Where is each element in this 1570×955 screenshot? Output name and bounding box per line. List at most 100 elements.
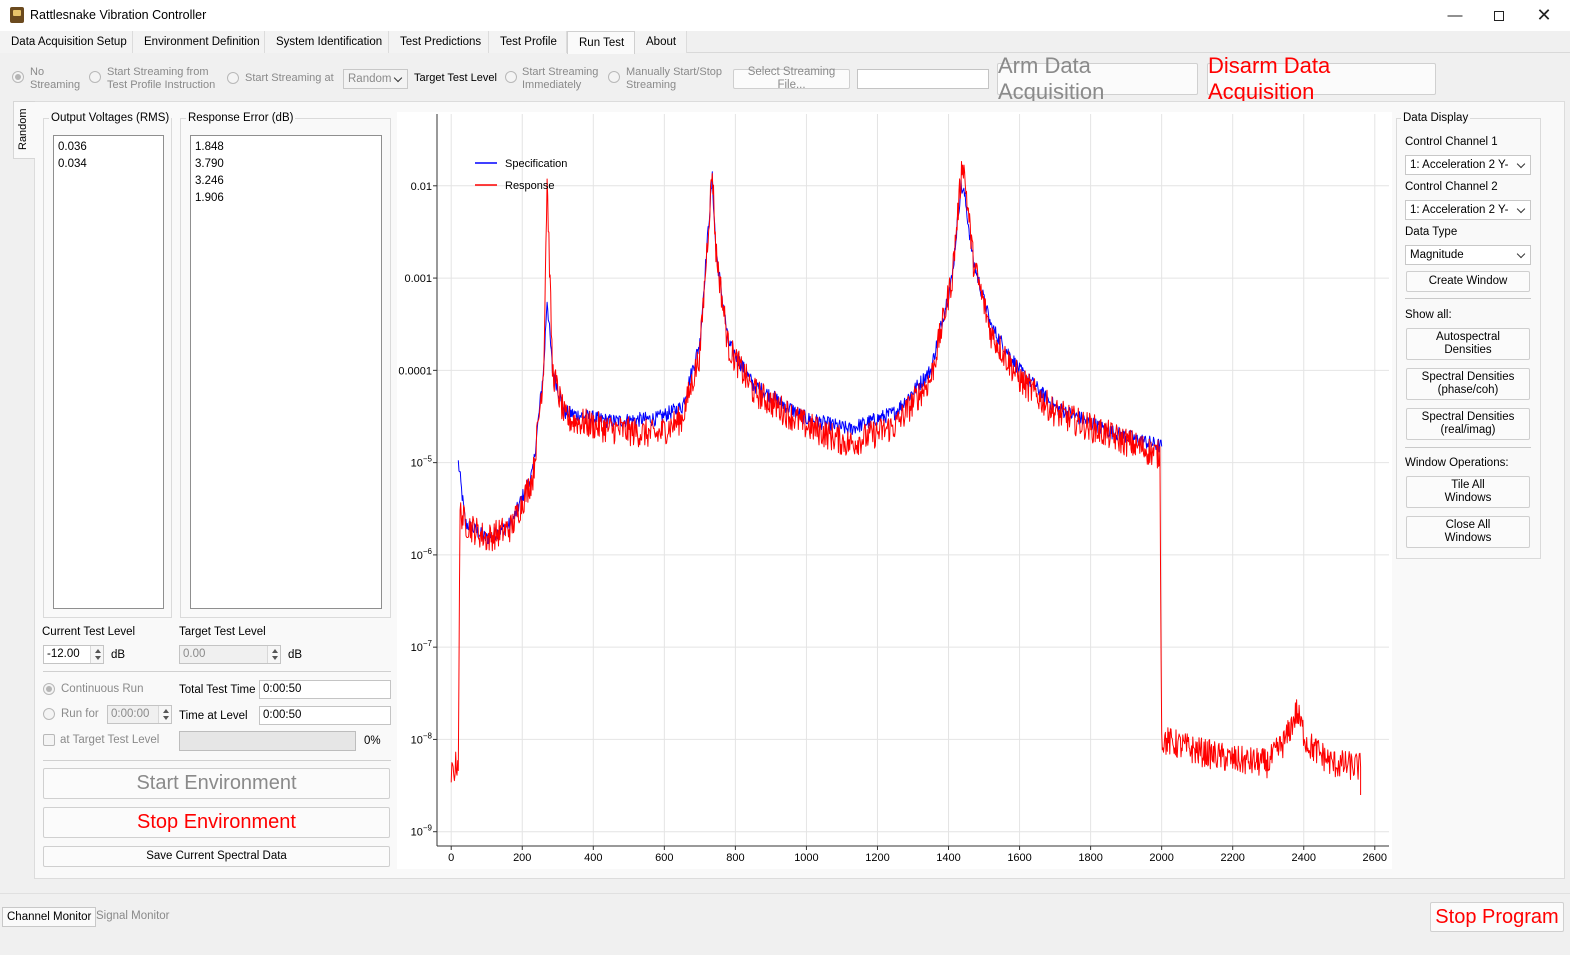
total-test-time-label: Total Test Time — [179, 684, 256, 696]
data-type-select[interactable]: Magnitude — [1405, 245, 1531, 265]
y-tick-base: 10 — [411, 550, 423, 562]
control-channel-1-select[interactable]: 1: Acceleration 2 Y- — [1405, 155, 1531, 175]
output-voltages-list[interactable]: 0.036 0.034 — [53, 135, 164, 609]
tab-about[interactable]: About — [635, 31, 687, 53]
title-bar — [0, 0, 1570, 31]
show-spectral-phase-coh-button[interactable]: Spectral Densities (phase/coh) — [1406, 368, 1530, 400]
tab-signal-monitor[interactable]: Signal Monitor — [92, 907, 174, 927]
tab-test-predictions[interactable]: Test Predictions — [389, 31, 489, 53]
start-environment-button[interactable]: Start Environment — [43, 768, 390, 799]
run-for-label: Run for — [61, 708, 99, 720]
x-tick-label: 2200 — [1220, 852, 1244, 864]
tile-all-windows-button[interactable]: Tile All Windows — [1406, 476, 1530, 508]
minimize-button[interactable]: — — [1432, 0, 1478, 31]
divider — [0, 893, 1570, 894]
spectral-density-plot[interactable]: 0 200 400 600 800 1000 1200 1400 1600 1800 2000 220… — [397, 112, 1392, 869]
create-window-button[interactable]: Create Window — [1406, 271, 1530, 292]
list-item: 0.034 — [58, 158, 87, 170]
spin-arrows-icon[interactable] — [90, 646, 103, 663]
x-tick-label: 800 — [726, 852, 744, 864]
streaming-file-field[interactable] — [857, 69, 989, 89]
y-tick-base: 10 — [411, 734, 423, 746]
response-error-list[interactable]: 1.848 3.790 3.246 1.906 — [190, 135, 382, 609]
x-tick-label: 1200 — [865, 852, 889, 864]
x-tick-label: 200 — [513, 852, 531, 864]
control-channel-2-label: Control Channel 2 — [1405, 181, 1498, 193]
x-tick-label: 0 — [448, 852, 454, 864]
run-for-time-field[interactable]: 0:00:00 — [107, 705, 172, 724]
output-voltages-title: Output Voltages (RMS) — [49, 112, 172, 124]
at-target-level-checkbox[interactable] — [43, 734, 55, 746]
total-test-time-field[interactable]: 0:00:50 — [259, 680, 391, 699]
tab-data-acquisition-setup[interactable]: Data Acquisition Setup — [0, 31, 133, 53]
no-streaming-label: No Streaming — [30, 66, 81, 91]
maximize-button[interactable] — [1476, 0, 1522, 31]
save-spectral-data-button[interactable]: Save Current Spectral Data — [43, 846, 390, 867]
list-item: 1.848 — [195, 141, 224, 153]
start-at-label: Start Streaming at — [245, 72, 334, 84]
divider — [43, 671, 391, 672]
start-immediately-radio[interactable] — [505, 71, 517, 83]
start-immediately-label: Start Streaming Immediately — [522, 66, 599, 91]
data-display-title: Data Display — [1401, 112, 1471, 124]
target-test-level-spinbox[interactable]: 0.00 — [179, 645, 281, 664]
y-tick-label: 0.0001 — [398, 365, 432, 377]
control-channel-2-select[interactable]: 1: Acceleration 2 Y- — [1405, 200, 1531, 220]
window-title: Rattlesnake Vibration Controller — [30, 8, 207, 22]
tab-run-test[interactable]: Run Test — [567, 31, 635, 54]
divider — [1405, 447, 1531, 448]
legend-label: Response — [505, 180, 555, 192]
maximize-icon — [1494, 10, 1504, 21]
time-at-level-field[interactable]: 0:00:50 — [259, 706, 391, 725]
close-button[interactable]: ✕ — [1521, 0, 1567, 31]
stop-environment-button[interactable]: Stop Environment — [43, 807, 390, 838]
control-channel-1-label: Control Channel 1 — [1405, 136, 1498, 148]
current-test-level-spinbox[interactable]: -12.00 — [43, 645, 104, 664]
disarm-data-acquisition-button[interactable]: Disarm Data Acquisition — [1207, 53, 1436, 104]
y-tick-label: 0.001 — [404, 273, 432, 285]
chevron-down-icon — [1516, 204, 1526, 214]
start-from-profile-radio[interactable] — [89, 71, 101, 83]
tab-environment-definition[interactable]: Environment Definition — [133, 31, 265, 53]
show-all-label: Show all: — [1405, 309, 1452, 321]
tab-random-label: Random — [17, 108, 29, 150]
start-at-environment-select[interactable]: Random — [343, 69, 408, 89]
y-tick-exponent: −6 — [423, 547, 433, 556]
select-streaming-file-button[interactable]: Select Streaming File... — [733, 66, 850, 91]
spin-arrows-icon[interactable] — [158, 706, 171, 723]
list-item: 3.790 — [195, 158, 224, 170]
arm-data-acquisition-button[interactable]: Arm Data Acquisition — [997, 53, 1198, 104]
no-streaming-radio[interactable] — [12, 71, 24, 83]
current-test-level-label: Current Test Level — [42, 626, 136, 638]
list-item: 1.906 — [195, 192, 224, 204]
x-tick-label: 1400 — [936, 852, 960, 864]
close-all-windows-button[interactable]: Close All Windows — [1406, 516, 1530, 548]
show-autospectral-button[interactable]: Autospectral Densities — [1406, 328, 1530, 360]
show-spectral-real-imag-button[interactable]: Spectral Densities (real/imag) — [1406, 408, 1530, 440]
continuous-run-label: Continuous Run — [61, 683, 144, 695]
stop-program-button[interactable]: Stop Program — [1430, 902, 1564, 932]
y-tick-label: 0.01 — [411, 181, 432, 193]
tab-random[interactable]: Random — [13, 101, 35, 159]
x-tick-label: 2000 — [1149, 852, 1173, 864]
y-tick-exponent: −8 — [423, 731, 433, 740]
spin-arrows-icon[interactable] — [267, 646, 280, 663]
current-level-unit: dB — [111, 649, 126, 661]
manual-streaming-radio[interactable] — [608, 71, 620, 83]
x-tick-label: 1600 — [1007, 852, 1031, 864]
app-icon — [10, 7, 24, 23]
continuous-run-radio[interactable] — [43, 683, 55, 695]
x-tick-label: 1000 — [794, 852, 818, 864]
start-at-radio[interactable] — [227, 72, 239, 84]
y-tick-exponent: −9 — [423, 824, 433, 833]
tab-channel-monitor[interactable]: Channel Monitor — [2, 907, 97, 927]
chevron-down-icon — [393, 73, 403, 83]
tab-test-profile[interactable]: Test Profile — [489, 31, 567, 53]
minimize-icon: — — [1447, 7, 1463, 24]
manual-streaming-label: Manually Start/Stop Streaming — [626, 66, 722, 91]
chevron-down-icon — [1516, 159, 1526, 169]
close-icon: ✕ — [1536, 5, 1552, 25]
run-for-radio[interactable] — [43, 708, 55, 720]
x-tick-label: 1800 — [1078, 852, 1102, 864]
tab-system-identification[interactable]: System Identification — [265, 31, 389, 53]
